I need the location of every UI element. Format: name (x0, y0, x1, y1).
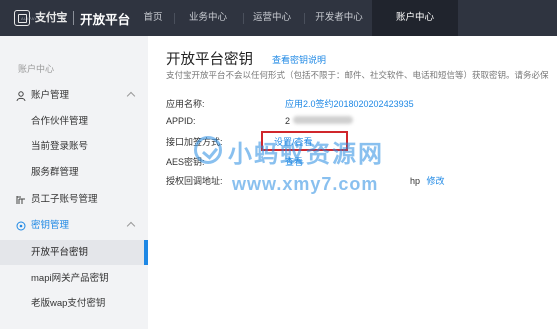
logo-sub-text: ALIPAY (21, 16, 38, 21)
watermark-title: 小蚂蚁资源网 (228, 141, 384, 168)
sidebar-item-partner-management[interactable]: 合作伙伴管理 (0, 109, 148, 134)
nav-operations-center[interactable]: 运营中心 (244, 0, 300, 36)
gateway-edit-link[interactable]: 修改 (427, 176, 445, 186)
page-title: 开放平台密钥 (166, 52, 253, 68)
sidebar-section-title: 账户中心 (18, 64, 55, 74)
chevron-up-icon (126, 91, 136, 101)
sidebar-item-service-group[interactable]: 服务群管理 (0, 160, 148, 185)
nav-divider (304, 13, 305, 24)
logo-brand-text: 支付宝 (35, 11, 68, 24)
sidebar-group-staff[interactable]: 员工子账号管理 (0, 188, 148, 212)
security-notice: 支付宝开放平台不会以任何形式（包括不限于：邮件、社交软件、电话和短信等）获取密钥… (166, 70, 549, 80)
sidebar-group-account[interactable]: 账户管理 (0, 84, 148, 108)
nav-developer-center[interactable]: 开发者中心 (306, 0, 372, 36)
user-icon (16, 91, 26, 101)
appid-redacted (292, 116, 353, 124)
view-key-docs-link[interactable]: 查看密钥说明 (272, 53, 326, 66)
gateway-url-label: 授权回调地址: (166, 176, 223, 186)
sidebar-group-label: 账户管理 (31, 90, 70, 101)
sidebar-group-label: 密钥管理 (31, 220, 70, 231)
nav-divider (174, 13, 175, 24)
appid-prefix: 2 (285, 116, 291, 126)
watermark-url: www.xmy7.com (232, 174, 379, 194)
app-name-value[interactable]: 应用2.0签约2018020202423935 (285, 97, 414, 110)
watermark-logo-icon (194, 136, 222, 164)
appid-label: APPID: (166, 116, 196, 126)
sidebar-group-key-management[interactable]: 密钥管理 (0, 214, 148, 238)
gateway-url-suffix: hp (410, 176, 421, 186)
sidebar-item-current-login-account[interactable]: 当前登录账号 (0, 134, 148, 159)
sidebar-item-open-platform-key[interactable]: 开放平台密钥 (0, 240, 148, 265)
sidebar: 账户中心 账户管理 合作伙伴管理 当前登录账号 服务群管理 员工子账号管理 密钥… (0, 36, 148, 329)
sidebar-item-legacy-wap-key[interactable]: 老版wap支付密钥 (0, 291, 148, 316)
gateway-url-value: hp 修改 (410, 174, 445, 187)
top-nav-bar: 支付宝 开放平台 ALIPAY 首页 业务中心 运营中心 开发者中心 账户中心 (0, 0, 557, 36)
nav-account-center[interactable]: 账户中心 (372, 0, 458, 36)
app-name-label: 应用名称: (166, 99, 205, 109)
nav-home[interactable]: 首页 (132, 0, 174, 36)
platform-title: 开放平台 (80, 12, 131, 27)
staff-icon (16, 196, 25, 204)
nav-business-center[interactable]: 业务中心 (178, 0, 238, 36)
appid-value: 2 (285, 116, 353, 126)
sidebar-item-mapi-gateway-key[interactable]: mapi网关产品密钥 (0, 266, 148, 291)
key-icon (16, 221, 26, 231)
logo-divider (73, 11, 75, 25)
sidebar-group-label: 员工子账号管理 (31, 194, 98, 205)
chevron-up-icon (126, 221, 136, 231)
